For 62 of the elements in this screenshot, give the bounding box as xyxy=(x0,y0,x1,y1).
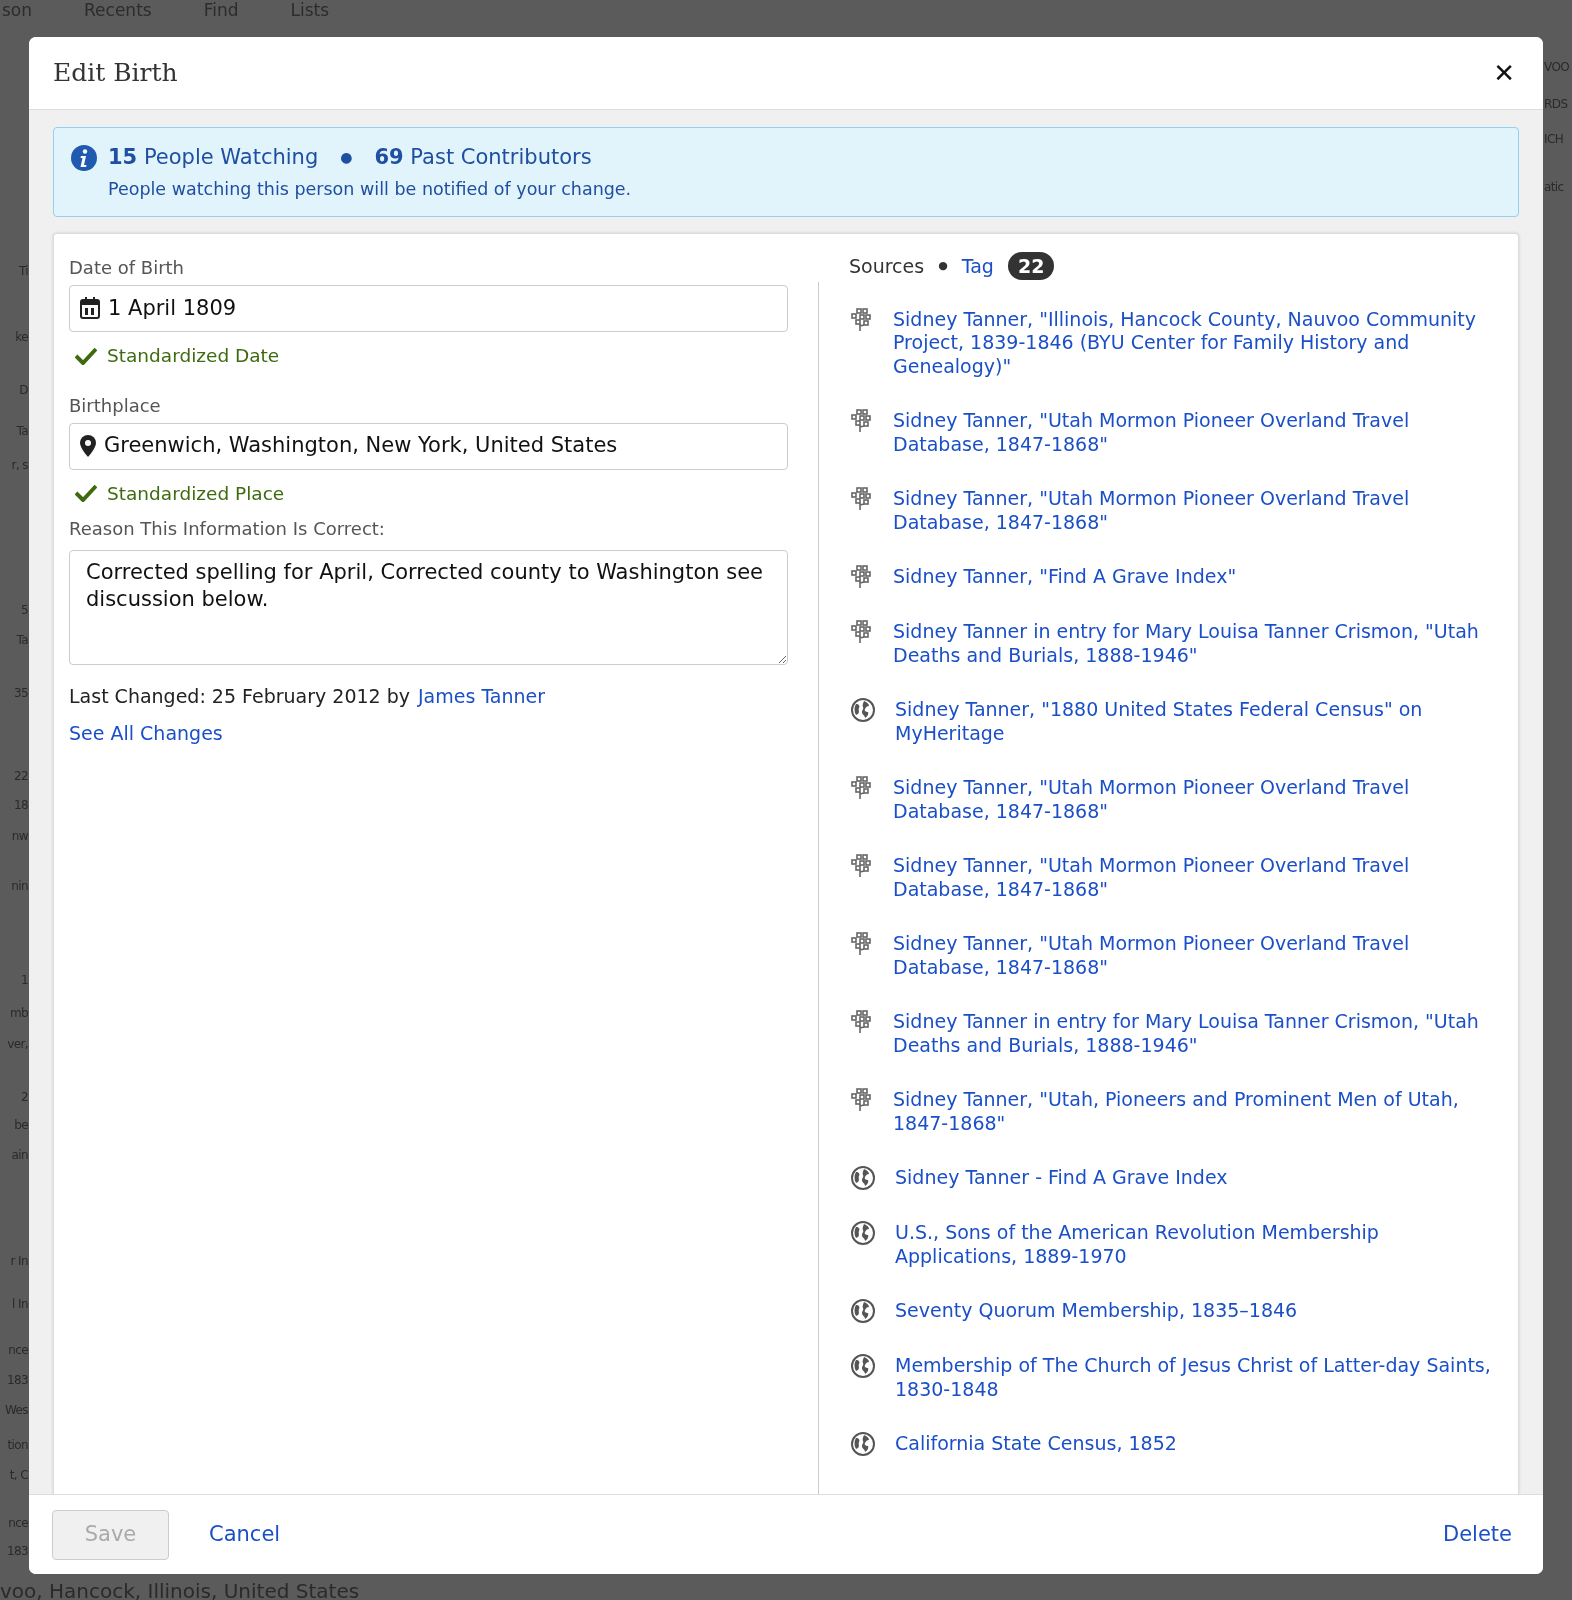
check-icon xyxy=(75,346,97,365)
see-all-changes-link[interactable]: See All Changes xyxy=(69,721,223,744)
count-badge: 22 xyxy=(1007,251,1055,281)
tree-icon xyxy=(851,409,873,434)
source-link[interactable]: Sidney Tanner, "Utah Mormon Pioneer Overland Travel Database, 1847-1868" xyxy=(893,487,1494,535)
source-link[interactable]: Sidney Tanner, "Utah Mormon Pioneer Overland Travel Database, 1847-1868" xyxy=(893,932,1494,980)
source-link[interactable]: Seventy Quorum Membership, 1835–1846 xyxy=(895,1299,1298,1324)
tree-icon xyxy=(851,565,873,590)
watching-count[interactable]: 15 People Watching xyxy=(108,142,319,174)
globe-icon xyxy=(851,698,875,723)
source-link[interactable]: U.S., Sons of the American Revolution Membership Applications, 1889-1970 xyxy=(895,1221,1494,1269)
close-button[interactable]: ✕ xyxy=(1489,53,1519,93)
bullet-icon: ● xyxy=(340,147,353,169)
source-link[interactable]: California State Census, 1852 xyxy=(895,1432,1177,1457)
sources-heading: Sources xyxy=(849,253,925,279)
source-link[interactable]: Sidney Tanner in entry for Mary Louisa Tanner Crismon, "Utah Deaths and Burials, 1888-1946" xyxy=(893,1010,1494,1058)
tag-link[interactable]: Tag xyxy=(961,251,994,281)
info-icon xyxy=(70,144,98,172)
globe-icon xyxy=(851,1432,875,1457)
cancel-link[interactable]: Cancel xyxy=(209,1518,281,1551)
status-text: Standardized Date xyxy=(107,343,280,368)
date-field[interactable]: 1 April 1809 xyxy=(69,284,788,332)
tree-icon xyxy=(851,620,873,645)
source-link[interactable]: Sidney Tanner, "Utah Mormon Pioneer Overland Travel Database, 1847-1868" xyxy=(893,776,1494,824)
tree-icon xyxy=(851,932,873,957)
reason-field[interactable]: Corrected spelling for April, Corrected county to Washington see discussion below. xyxy=(69,550,788,666)
globe-icon xyxy=(851,1166,875,1191)
author-link[interactable]: James Tanner xyxy=(418,682,546,711)
source-link[interactable]: Membership of The Church of Jesus Christ of Latter-day Saints, 1830-1848 xyxy=(895,1354,1494,1402)
tree-icon xyxy=(851,854,873,879)
source-link[interactable]: Sidney Tanner - Find A Grave Index xyxy=(895,1166,1228,1191)
globe-icon xyxy=(851,1354,875,1379)
globe-icon xyxy=(851,1221,875,1246)
tree-icon xyxy=(851,307,873,332)
source-link[interactable]: Sidney Tanner, "1880 United States Federal Census" on MyHeritage xyxy=(895,698,1494,746)
bullet-icon: ● xyxy=(938,257,948,275)
check-icon xyxy=(75,484,97,503)
tree-icon xyxy=(851,1088,873,1113)
calendar-icon xyxy=(80,297,100,320)
place-field[interactable]: Greenwich, Washington, New York, United States xyxy=(69,422,788,470)
source-link[interactable]: Sidney Tanner, "Utah Mormon Pioneer Overland Travel Database, 1847-1868" xyxy=(893,409,1494,457)
pin-icon xyxy=(80,435,96,457)
tree-icon xyxy=(851,487,873,512)
tree-icon xyxy=(851,776,873,801)
globe-icon xyxy=(851,1299,875,1324)
delete-link[interactable]: Delete xyxy=(1443,1518,1512,1551)
source-link[interactable]: Sidney Tanner, "Utah, Pioneers and Prominent Men of Utah, 1847-1868" xyxy=(893,1088,1494,1136)
field-label: Reason This Information Is Correct: xyxy=(69,517,386,542)
contributors-count[interactable]: 69 Past Contributors xyxy=(374,142,592,174)
date-field[interactable]: 1 April 1809 xyxy=(108,292,777,324)
field-label: Date of Birth xyxy=(69,255,186,280)
source-link[interactable]: Sidney Tanner in entry for Mary Louisa Tanner Crismon, "Utah Deaths and Burials, 1888-1946" xyxy=(893,620,1494,668)
last-changed-text: Last Changed: 25 February 2012 by xyxy=(69,684,410,710)
tree-icon xyxy=(851,1010,873,1035)
dialog-title: Edit Birth xyxy=(53,57,178,90)
place-field[interactable]: Greenwich, Washington, New York, United States xyxy=(104,430,777,462)
source-link[interactable]: Sidney Tanner, "Utah Mormon Pioneer Overland Travel Database, 1847-1868" xyxy=(893,854,1494,902)
source-link[interactable]: Sidney Tanner, "Illinois, Hancock County, Nauvoo Community Project, 1839-1846 (BYU Center for Family History and Genealogy)" xyxy=(893,307,1494,379)
field-label: Birthplace xyxy=(69,393,162,418)
source-link[interactable]: Sidney Tanner, "Find A Grave Index" xyxy=(893,565,1237,590)
status-text: Standardized Place xyxy=(107,481,285,506)
notice-text: People watching this person will be notified of your change. xyxy=(108,177,632,201)
